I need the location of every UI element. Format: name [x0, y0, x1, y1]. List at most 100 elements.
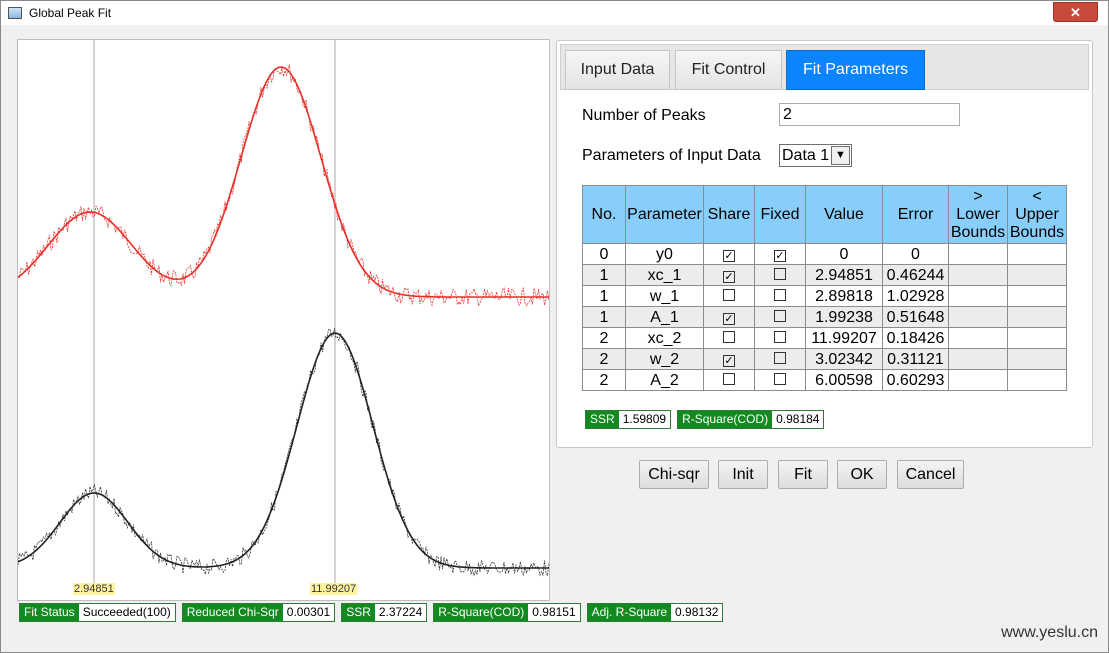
- cell-value[interactable]: 11.99207: [805, 327, 883, 349]
- cell-share[interactable]: ✓: [703, 264, 755, 286]
- ssr-value: 2.37224: [378, 605, 423, 619]
- fit-status-value: Succeeded(100): [82, 605, 171, 619]
- share-checkbox[interactable]: ✓: [723, 354, 735, 367]
- cell-lower[interactable]: [948, 285, 1008, 307]
- cell-lower[interactable]: [948, 306, 1008, 328]
- fixed-checkbox[interactable]: [774, 309, 786, 322]
- cell-share[interactable]: [703, 327, 755, 349]
- input-data-select[interactable]: Data 1 ▼: [779, 144, 852, 167]
- cell-lower[interactable]: [948, 327, 1008, 349]
- init-button[interactable]: Init: [718, 460, 768, 489]
- share-checkbox[interactable]: ✓: [723, 249, 735, 262]
- fit-ssr-badge: SSR 1.59809: [585, 410, 672, 429]
- cell-upper[interactable]: [1007, 264, 1067, 286]
- share-checkbox[interactable]: [723, 288, 735, 301]
- cell-lower[interactable]: [948, 348, 1008, 370]
- fixed-checkbox[interactable]: [774, 288, 786, 301]
- fixed-checkbox[interactable]: [774, 267, 786, 280]
- table-row: 2 A_2 6.00598 0.60293: [582, 369, 1067, 391]
- fit-button[interactable]: Fit: [778, 460, 828, 489]
- cell-value[interactable]: 2.89818: [805, 285, 883, 307]
- parameters-table: No. Parameter Share Fixed Value Error > L…: [582, 185, 1067, 391]
- fixed-checkbox[interactable]: [774, 372, 786, 385]
- fit-r-square-value: 0.98184: [776, 412, 820, 426]
- share-checkbox[interactable]: ✓: [723, 270, 735, 283]
- tab-fit-parameters[interactable]: Fit Parameters: [786, 50, 925, 90]
- fit-ssr-key: SSR: [586, 411, 619, 428]
- cell-upper[interactable]: [1007, 243, 1067, 265]
- share-checkbox[interactable]: [723, 330, 735, 343]
- col-header-value: Value: [805, 185, 883, 244]
- window-title: Global Peak Fit: [29, 6, 112, 20]
- title-bar: Global Peak Fit ✕: [1, 1, 1108, 25]
- share-checkbox[interactable]: [723, 372, 735, 385]
- cell-fixed[interactable]: [754, 306, 806, 328]
- parameters-panel: Input Data Fit Control Fit Parameters Nu…: [556, 40, 1093, 448]
- lower-bounds-symbol: >: [973, 187, 983, 205]
- red-fit-curve: [18, 66, 549, 298]
- cell-fixed[interactable]: [754, 285, 806, 307]
- black-data-trace: [18, 328, 549, 577]
- col-header-upper-bounds: < Upper Bounds: [1007, 185, 1067, 244]
- cell-value[interactable]: 6.00598: [805, 369, 883, 391]
- cell-lower[interactable]: [948, 243, 1008, 265]
- cell-share[interactable]: ✓: [703, 348, 755, 370]
- r-square-key: R-Square(COD): [434, 604, 529, 621]
- col-header-fixed: Fixed: [754, 185, 806, 244]
- cell-fixed[interactable]: [754, 327, 806, 349]
- cell-upper[interactable]: [1007, 285, 1067, 307]
- cell-upper[interactable]: [1007, 348, 1067, 370]
- fixed-checkbox[interactable]: [774, 330, 786, 343]
- num-peaks-input[interactable]: 2: [779, 103, 960, 126]
- upper-bounds-symbol: <: [1032, 187, 1042, 205]
- cell-share[interactable]: ✓: [703, 243, 755, 265]
- fixed-checkbox[interactable]: [774, 351, 786, 364]
- cell-param: A_2: [625, 369, 704, 391]
- cancel-button[interactable]: Cancel: [897, 460, 964, 489]
- ssr-badge: SSR 2.37224: [341, 603, 428, 622]
- input-data-select-value: Data 1: [782, 147, 830, 164]
- cell-share[interactable]: [703, 369, 755, 391]
- share-checkbox[interactable]: ✓: [723, 312, 735, 325]
- fit-stats: SSR 1.59809 R-Square(COD) 0.98184: [585, 410, 825, 429]
- cell-fixed[interactable]: [754, 264, 806, 286]
- cell-error: 0.51648: [882, 306, 949, 328]
- fit-r-square-key: R-Square(COD): [678, 411, 773, 428]
- cell-value[interactable]: 3.02342: [805, 348, 883, 370]
- ssr-key: SSR: [342, 604, 375, 621]
- cell-param: w_2: [625, 348, 704, 370]
- chevron-down-icon[interactable]: ▼: [831, 146, 850, 165]
- col-header-error: Error: [882, 185, 949, 244]
- adj-r-square-value: 0.98132: [675, 605, 719, 619]
- lower-bounds-text: Lower Bounds: [950, 205, 1006, 241]
- tab-fit-control[interactable]: Fit Control: [675, 50, 782, 90]
- cell-error: 0.18426: [882, 327, 949, 349]
- cell-fixed[interactable]: [754, 348, 806, 370]
- cell-lower[interactable]: [948, 264, 1008, 286]
- fit-r-square-badge: R-Square(COD) 0.98184: [677, 410, 825, 429]
- col-header-lower-bounds: > Lower Bounds: [948, 185, 1008, 244]
- r-square-badge: R-Square(COD) 0.98151: [433, 603, 581, 622]
- peak-label-2: 11.99207: [310, 583, 358, 595]
- ok-button[interactable]: OK: [837, 460, 887, 489]
- cell-upper[interactable]: [1007, 306, 1067, 328]
- cell-value[interactable]: 0: [805, 243, 883, 265]
- cell-upper[interactable]: [1007, 327, 1067, 349]
- cell-upper[interactable]: [1007, 369, 1067, 391]
- col-header-share: Share: [703, 185, 755, 244]
- tab-input-data[interactable]: Input Data: [565, 50, 670, 90]
- cell-value[interactable]: 2.94851: [805, 264, 883, 286]
- col-header-parameter: Parameter: [625, 185, 704, 244]
- black-fit-curve: [18, 332, 549, 569]
- chi-sqr-button[interactable]: Chi-sqr: [639, 460, 709, 489]
- cell-fixed[interactable]: ✓: [754, 243, 806, 265]
- cell-value[interactable]: 1.99238: [805, 306, 883, 328]
- close-button[interactable]: ✕: [1053, 2, 1098, 22]
- cell-share[interactable]: [703, 285, 755, 307]
- upper-bounds-text: Upper Bounds: [1009, 205, 1065, 241]
- fixed-checkbox[interactable]: ✓: [774, 249, 786, 262]
- cell-fixed[interactable]: [754, 369, 806, 391]
- cell-no: 1: [582, 306, 626, 328]
- cell-share[interactable]: ✓: [703, 306, 755, 328]
- cell-lower[interactable]: [948, 369, 1008, 391]
